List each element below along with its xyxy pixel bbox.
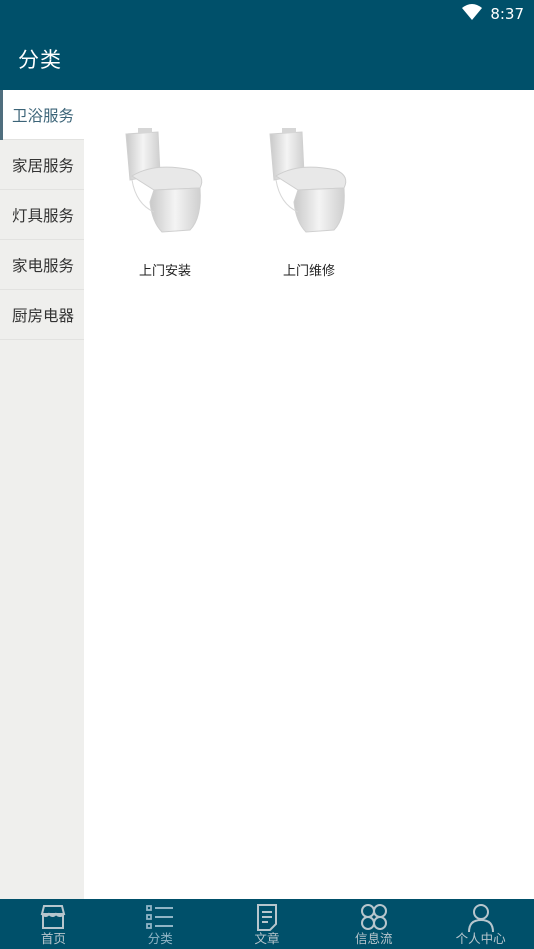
sidebar-item-appliance[interactable]: 家电服务 xyxy=(0,240,84,290)
nav-label: 个人中心 xyxy=(455,931,506,946)
nav-profile[interactable]: 个人中心 xyxy=(427,899,534,949)
nav-home[interactable]: 首页 xyxy=(0,899,107,949)
sidebar-item-lighting[interactable]: 灯具服务 xyxy=(0,190,84,240)
app-bar: 分类 xyxy=(0,28,534,90)
sidebar-item-bathroom[interactable]: 卫浴服务 xyxy=(0,90,84,140)
toilet-image xyxy=(125,128,203,233)
service-item-label: 上门维修 xyxy=(282,264,335,279)
sidebar-item-kitchen[interactable]: 厨房电器 xyxy=(0,290,84,340)
wifi-icon xyxy=(462,4,483,24)
status-right: 8:37 xyxy=(462,4,524,24)
nav-label: 信息流 xyxy=(355,931,393,946)
sidebar-item-home[interactable]: 家居服务 xyxy=(0,140,84,190)
nav-label: 首页 xyxy=(40,931,66,946)
nav-articles[interactable]: 文章 xyxy=(214,899,321,949)
category-sidebar: 卫浴服务 家居服务 灯具服务 家电服务 厨房电器 xyxy=(0,90,84,899)
nav-label: 分类 xyxy=(147,931,173,946)
sidebar-item-label: 厨房电器 xyxy=(12,306,75,325)
toilet-image xyxy=(269,128,347,233)
sidebar-item-label: 卫浴服务 xyxy=(12,106,75,125)
sidebar-item-label: 灯具服务 xyxy=(12,206,75,225)
category-content: 上门安装 上门维修 xyxy=(84,90,534,899)
service-item-label: 上门安装 xyxy=(138,264,191,279)
status-bar: 8:37 xyxy=(0,0,534,28)
page-title: 分类 xyxy=(18,48,62,72)
bottom-nav: 首页 分类 文章 信息流 个人中心 xyxy=(0,899,534,949)
sidebar-item-label: 家电服务 xyxy=(12,256,75,275)
nav-category[interactable]: 分类 xyxy=(107,899,214,949)
status-time: 8:37 xyxy=(490,5,524,23)
sidebar-item-label: 家居服务 xyxy=(12,156,75,175)
nav-feed[interactable]: 信息流 xyxy=(320,899,427,949)
nav-label: 文章 xyxy=(254,931,280,946)
service-item-repair[interactable]: 上门维修 xyxy=(244,102,374,282)
service-item-install[interactable]: 上门安装 xyxy=(100,102,230,282)
